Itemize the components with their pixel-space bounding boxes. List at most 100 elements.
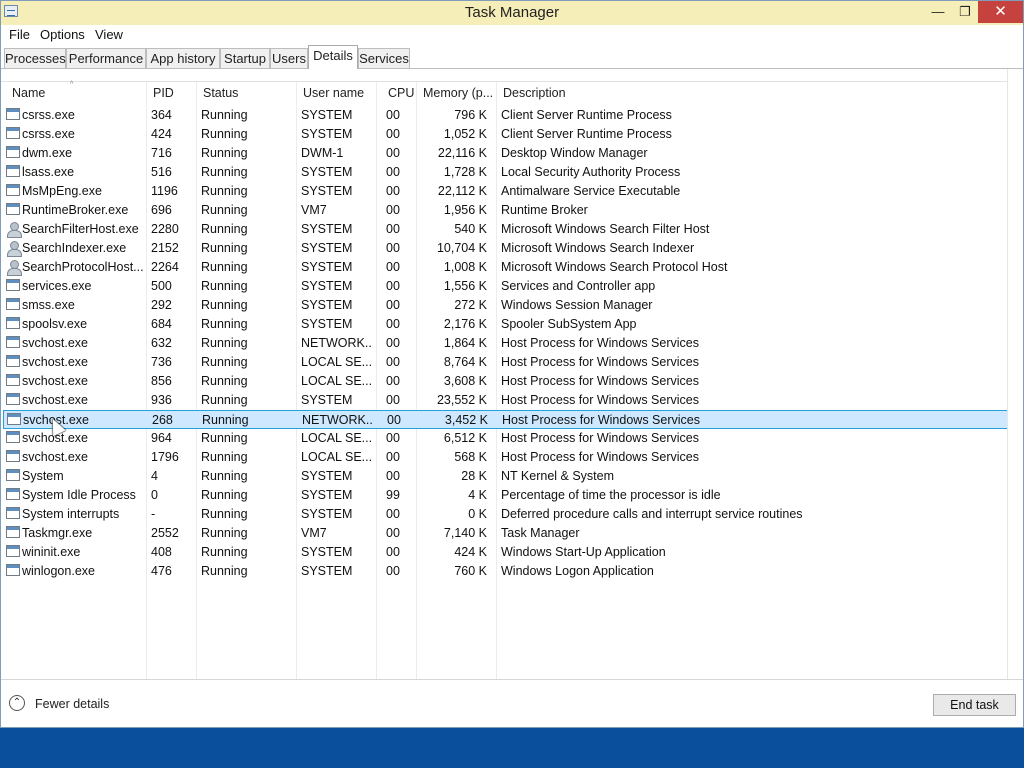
cell-status: Running (201, 355, 248, 369)
cell-pid: 2280 (151, 222, 179, 236)
fewer-details-link[interactable]: Fewer details (35, 697, 109, 711)
tab-startup[interactable]: Startup (220, 48, 270, 68)
column-header-name[interactable]: Name (12, 86, 45, 100)
app-window-icon (6, 469, 20, 481)
column-header-pid[interactable]: PID (153, 86, 174, 100)
cell-description: Microsoft Windows Search Protocol Host (501, 260, 728, 274)
restore-button[interactable]: ❐ (953, 1, 977, 23)
cell-description: Host Process for Windows Services (501, 336, 699, 350)
column-header-cpu[interactable]: CPU (388, 86, 414, 100)
cell-cpu: 00 (386, 203, 400, 217)
cell-memory: 23,552 K (436, 393, 487, 407)
cell-pid: - (151, 507, 156, 521)
cell-user-name: SYSTEM (301, 184, 353, 198)
cell-name: services.exe (22, 279, 92, 293)
cell-name: System Idle Process (22, 488, 136, 502)
table-row[interactable]: services.exe 500 Running SYSTEM 00 1,556 K Ser… (3, 277, 1008, 296)
cell-pid: 856 (151, 374, 172, 388)
cell-user-name: SYSTEM (301, 488, 353, 502)
cell-name: dwm.exe (22, 146, 73, 160)
table-row[interactable]: csrss.exe 424 Running SYSTEM 00 1,052 K Client… (3, 125, 1008, 144)
chevron-up-icon[interactable]: ⌃ (9, 695, 25, 711)
app-window-icon (6, 450, 20, 462)
table-row[interactable]: SearchFilterHost.exe 2280 Running SYSTEM 00 5… (3, 220, 1008, 239)
table-row[interactable]: dwm.exe 716 Running DWM-1 00 22,116 K Desktop … (3, 144, 1008, 163)
app-window-icon (6, 545, 20, 557)
cell-user-name: SYSTEM (301, 260, 353, 274)
cell-description: Antimalware Service Executable (501, 184, 681, 198)
table-row[interactable]: svchost.exe 1796 Running LOCAL SE... 00 568 K… (3, 448, 1008, 467)
cell-user-name: LOCAL SE... (301, 374, 373, 388)
table-row[interactable]: System interrupts - Running SYSTEM 00 0 K Defe… (3, 505, 1008, 524)
table-row[interactable]: System 4 Running SYSTEM 00 28 K NT Kernel & Sy… (3, 467, 1008, 486)
cell-description: Local Security Authority Process (501, 165, 681, 179)
table-row[interactable]: svchost.exe 964 Running LOCAL SE... 00 6,512 … (3, 429, 1008, 448)
cell-name: SearchProtocolHost.... (22, 260, 144, 274)
table-row[interactable]: wininit.exe 408 Running SYSTEM 00 424 K Window… (3, 543, 1008, 562)
cell-description: Host Process for Windows Services (501, 431, 699, 445)
end-task-button[interactable]: End task (933, 694, 1016, 716)
cell-user-name: DWM-1 (301, 146, 344, 160)
cell-name: svchost.exe (23, 413, 90, 427)
table-row[interactable]: svchost.exe 632 Running NETWORK... 00 1,864 K… (3, 334, 1008, 353)
cell-pid: 268 (152, 413, 173, 427)
cell-cpu: 00 (387, 413, 401, 427)
cell-user-name: SYSTEM (301, 279, 353, 293)
cell-pid: 696 (151, 203, 172, 217)
table-row[interactable]: spoolsv.exe 684 Running SYSTEM 00 2,176 K Spoo… (3, 315, 1008, 334)
table-row[interactable]: svchost.exe 268 Running NETWORK... 00 3,452 K… (3, 410, 1008, 429)
table-row[interactable]: winlogon.exe 476 Running SYSTEM 00 760 K Windo… (3, 562, 1008, 581)
column-header-description[interactable]: Description (503, 86, 566, 100)
cell-memory: 10,704 K (436, 241, 487, 255)
table-row[interactable]: svchost.exe 936 Running SYSTEM 00 23,552 K Hos… (3, 391, 1008, 410)
cell-user-name: SYSTEM (301, 545, 353, 559)
cell-pid: 0 (151, 488, 158, 502)
cell-user-name: SYSTEM (301, 393, 353, 407)
cell-status: Running (201, 317, 248, 331)
cell-cpu: 00 (386, 222, 400, 236)
table-row[interactable]: SearchIndexer.exe 2152 Running SYSTEM 00 10,7… (3, 239, 1008, 258)
tab-users[interactable]: Users (270, 48, 308, 68)
tab-services[interactable]: Services (358, 48, 410, 68)
table-row[interactable]: SearchProtocolHost.... 2264 Running SYSTEM 0… (3, 258, 1008, 277)
column-header-memory[interactable]: Memory (p... (423, 86, 493, 100)
task-manager-window: Task Manager — ❐ ✕ File Options View Pro… (0, 0, 1024, 728)
table-row[interactable]: smss.exe 292 Running SYSTEM 00 272 K Windows S… (3, 296, 1008, 315)
table-row[interactable]: RuntimeBroker.exe 696 Running VM7 00 1,956 K R… (3, 201, 1008, 220)
cell-pid: 736 (151, 355, 172, 369)
tab-processes[interactable]: Processes (4, 48, 66, 68)
table-row[interactable]: lsass.exe 516 Running SYSTEM 00 1,728 K Local … (3, 163, 1008, 182)
cell-memory: 2,176 K (443, 317, 487, 331)
tab-details[interactable]: Details (308, 45, 358, 69)
cell-cpu: 00 (386, 317, 400, 331)
cell-memory: 1,052 K (443, 127, 487, 141)
app-window-icon (6, 279, 20, 291)
table-row[interactable]: svchost.exe 736 Running LOCAL SE... 00 8,764 … (3, 353, 1008, 372)
cell-memory: 1,556 K (443, 279, 487, 293)
cell-description: Windows Start-Up Application (501, 545, 666, 559)
cell-user-name: NETWORK... (302, 413, 374, 427)
close-button[interactable]: ✕ (978, 1, 1023, 23)
tab-performance[interactable]: Performance (66, 48, 146, 68)
menu-options[interactable]: Options (40, 27, 85, 42)
table-row[interactable]: csrss.exe 364 Running SYSTEM 00 796 K Client S… (3, 106, 1008, 125)
column-header-user-name[interactable]: User name (303, 86, 364, 100)
cell-memory: 1,728 K (443, 165, 487, 179)
table-row[interactable]: System Idle Process 0 Running SYSTEM 99 4 K Pe… (3, 486, 1008, 505)
cell-memory: 0 K (468, 507, 487, 521)
app-window-icon (6, 564, 20, 576)
cell-user-name: SYSTEM (301, 222, 353, 236)
column-header-status[interactable]: Status (203, 86, 238, 100)
menu-file[interactable]: File (9, 27, 30, 42)
cell-cpu: 00 (386, 469, 400, 483)
table-row[interactable]: svchost.exe 856 Running LOCAL SE... 00 3,608 … (3, 372, 1008, 391)
tab-app-history[interactable]: App history (146, 48, 220, 68)
title-bar[interactable]: Task Manager — ❐ ✕ (1, 1, 1023, 25)
cell-pid: 364 (151, 108, 172, 122)
cell-user-name: VM7 (301, 526, 327, 540)
cell-cpu: 00 (386, 108, 400, 122)
menu-view[interactable]: View (95, 27, 123, 42)
table-row[interactable]: Taskmgr.exe 2552 Running VM7 00 7,140 K Task M… (3, 524, 1008, 543)
minimize-button[interactable]: — (926, 1, 950, 23)
table-row[interactable]: MsMpEng.exe 1196 Running SYSTEM 00 22,112 K An… (3, 182, 1008, 201)
